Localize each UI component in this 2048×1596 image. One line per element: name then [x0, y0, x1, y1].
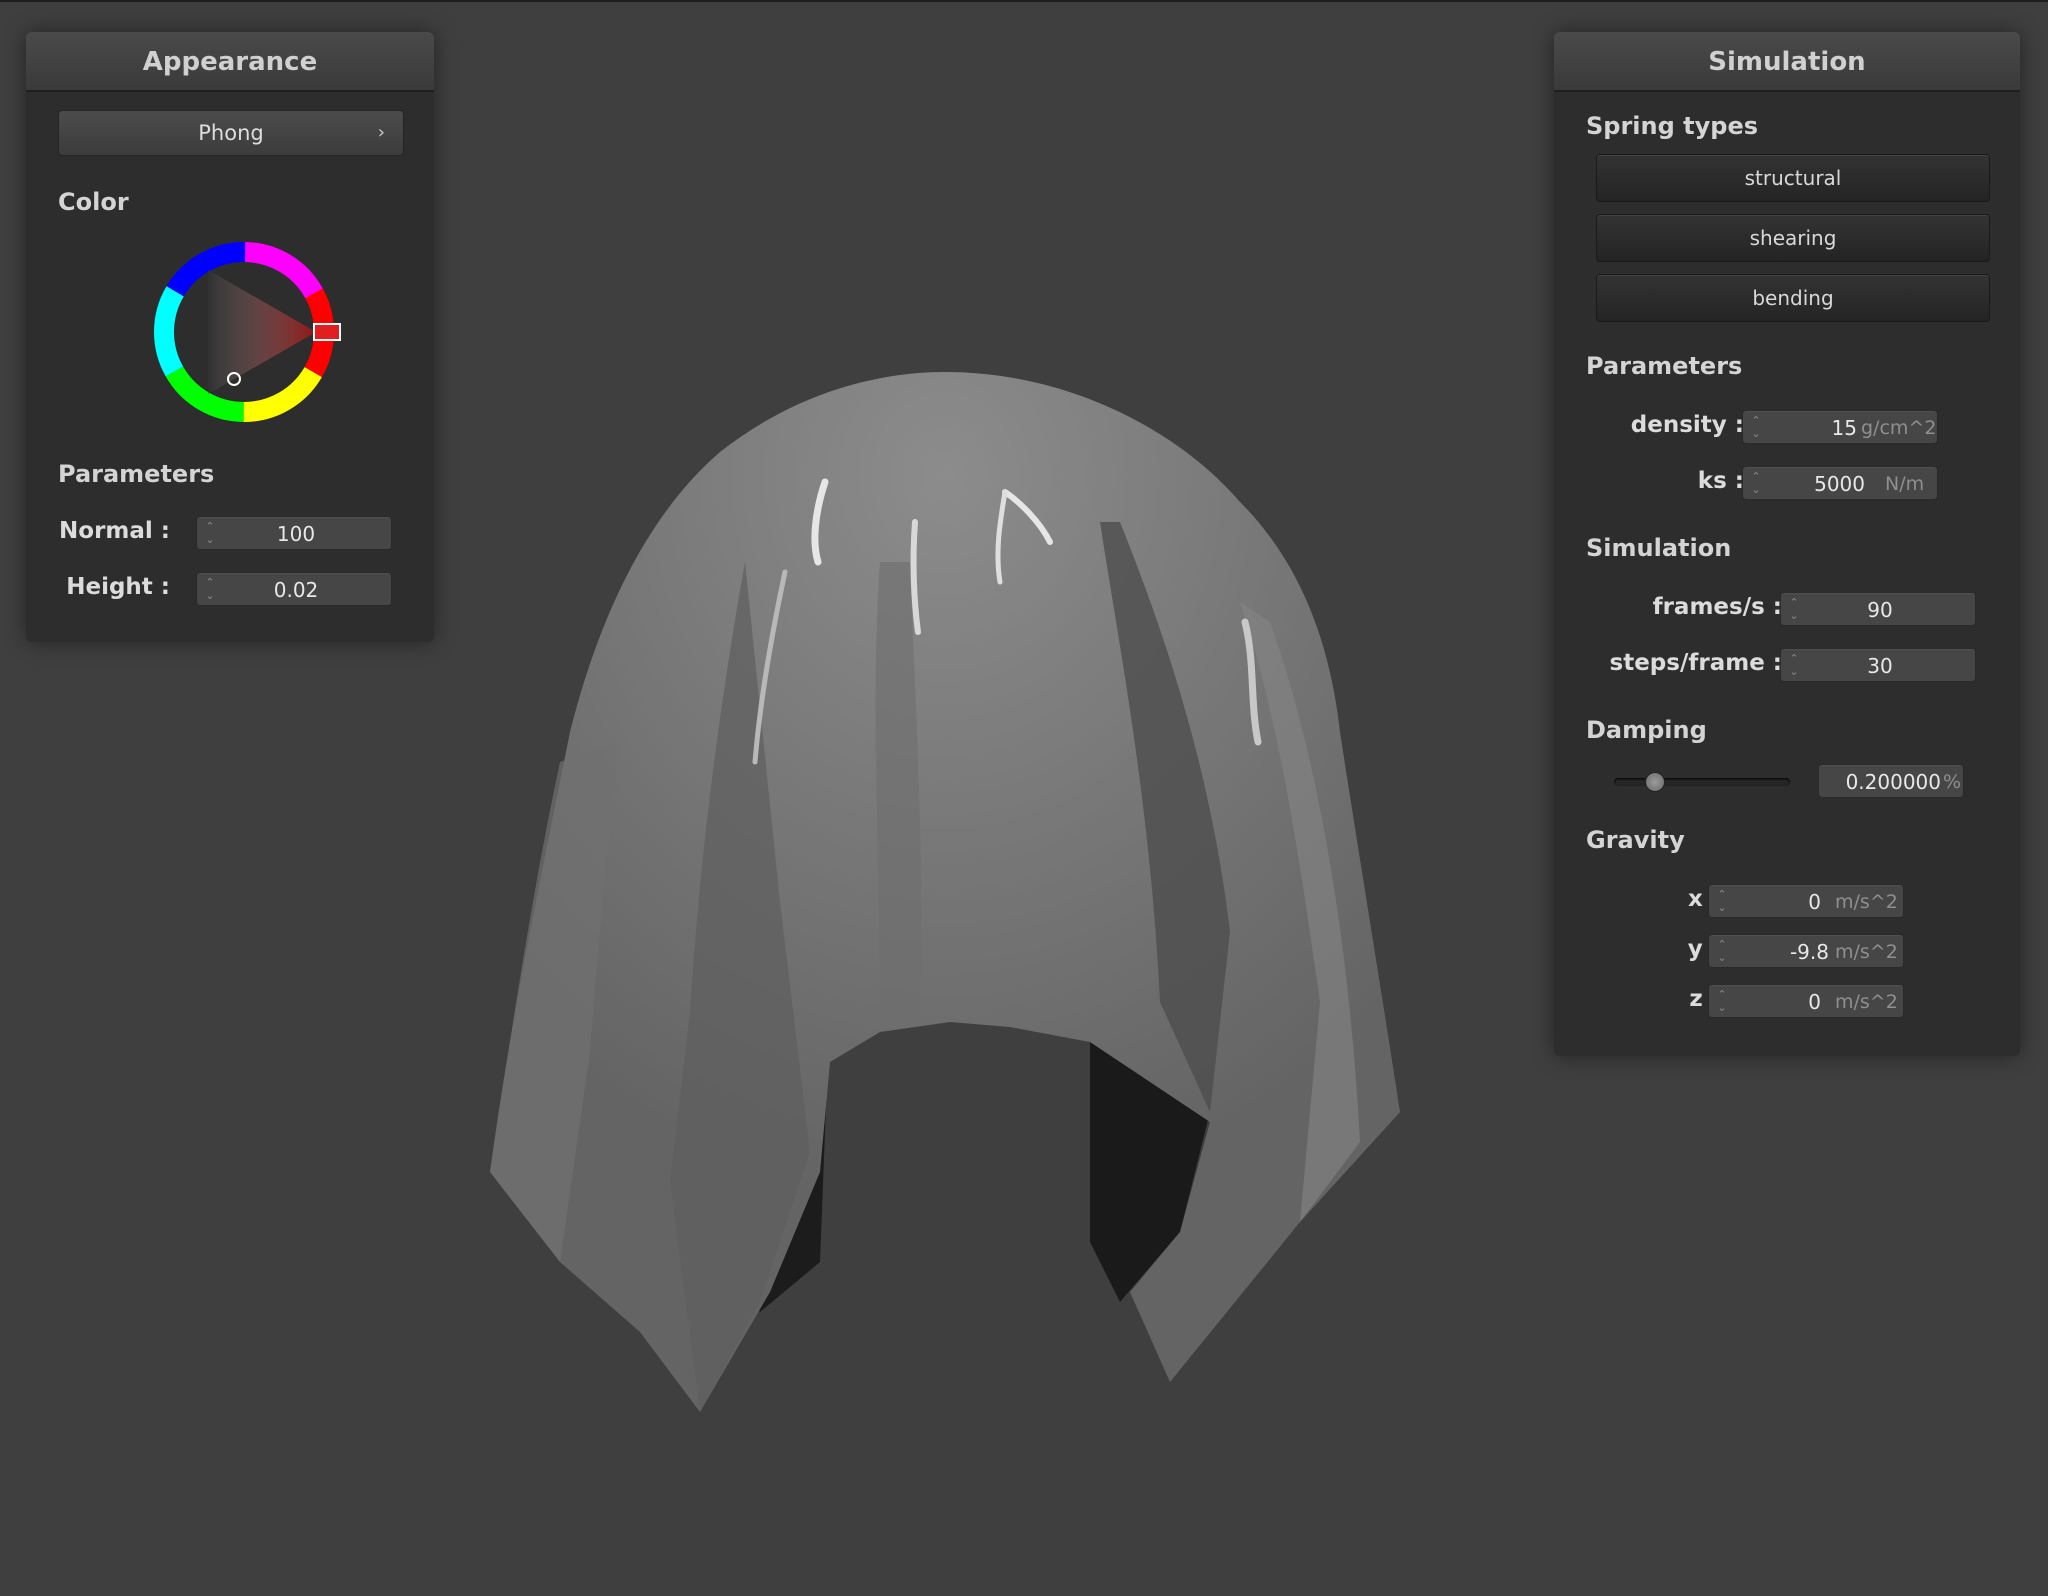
height-spinbox[interactable]: ⌃ ⌄ 0.02 — [196, 572, 392, 606]
damping-slider[interactable] — [1614, 770, 1790, 794]
gravity-x-spinbox[interactable]: ⌃ ⌄ 0 m/s^2 — [1708, 884, 1904, 918]
chevron-right-icon: › — [377, 122, 385, 143]
ks-value: 5000 — [1814, 472, 1865, 496]
density-label: density : — [1630, 412, 1744, 438]
gravity-z-spinbox[interactable]: ⌃ ⌄ 0 m/s^2 — [1708, 984, 1904, 1018]
spin-arrows-icon[interactable]: ⌃ ⌄ — [1749, 470, 1763, 496]
height-value: 0.02 — [273, 578, 319, 602]
gravity-z-label: z : — [1689, 986, 1720, 1012]
simulation-panel-title[interactable]: Simulation — [1554, 32, 2020, 92]
normal-value: 100 — [276, 522, 316, 546]
shader-dropdown-label: Phong — [198, 121, 264, 145]
gravity-label: Gravity — [1586, 826, 1685, 854]
gravity-x-label: x : — [1687, 886, 1720, 912]
spin-arrows-icon[interactable]: ⌃ ⌄ — [1787, 652, 1801, 678]
density-value: 15 — [1831, 416, 1857, 440]
simulation-parameters-label: Parameters — [1586, 352, 1743, 380]
damping-field[interactable]: 0.200000 % — [1818, 764, 1964, 798]
hue-selector-handle[interactable] — [313, 323, 341, 341]
normal-spinbox[interactable]: ⌃ ⌄ 100 — [196, 516, 392, 550]
fps-spinbox[interactable]: ⌃ ⌄ 90 — [1780, 592, 1976, 626]
gravity-x-value: 0 — [1808, 890, 1821, 914]
fps-label: frames/s : — [1652, 594, 1782, 620]
spin-arrows-icon[interactable]: ⌃ ⌄ — [1715, 938, 1729, 964]
gravity-z-value: 0 — [1808, 990, 1821, 1014]
gravity-y-label: y : — [1687, 936, 1720, 962]
spin-arrows-icon[interactable]: ⌃ ⌄ — [203, 576, 217, 602]
ks-spinbox[interactable]: ⌃ ⌄ 5000 N/m — [1742, 466, 1938, 500]
color-wheel[interactable] — [144, 232, 344, 432]
appearance-panel-title[interactable]: Appearance — [26, 32, 434, 92]
damping-unit: % — [1943, 771, 1962, 793]
steps-per-frame-value: 30 — [1867, 654, 1893, 678]
shearing-button[interactable]: shearing — [1596, 214, 1990, 262]
appearance-panel: Appearance Phong › Color Parameters Norm… — [26, 32, 434, 642]
normal-label: Normal : — [59, 518, 170, 544]
damping-value: 0.200000 — [1845, 770, 1941, 794]
gravity-y-unit: m/s^2 — [1835, 941, 1898, 963]
steps-per-frame-label: steps/frame : — [1609, 650, 1782, 676]
appearance-parameters-label: Parameters — [58, 460, 215, 488]
simulation-section-label: Simulation — [1586, 534, 1732, 562]
gravity-x-unit: m/s^2 — [1835, 891, 1898, 913]
spin-arrows-icon[interactable]: ⌃ ⌄ — [1749, 414, 1763, 440]
gravity-y-spinbox[interactable]: ⌃ ⌄ -9.8 m/s^2 — [1708, 934, 1904, 968]
gravity-z-unit: m/s^2 — [1835, 991, 1898, 1013]
spring-types-label: Spring types — [1586, 112, 1759, 140]
structural-button[interactable]: structural — [1596, 154, 1990, 202]
cloth-mesh — [490, 372, 1400, 1412]
damping-slider-knob[interactable] — [1645, 772, 1665, 792]
spin-arrows-icon[interactable]: ⌃ ⌄ — [203, 520, 217, 546]
density-unit: g/cm^2 — [1861, 417, 1937, 439]
ks-label: ks : — [1697, 468, 1744, 494]
color-section-label: Color — [58, 188, 129, 216]
shader-dropdown[interactable]: Phong › — [58, 110, 404, 156]
simulation-panel: Simulation Spring types structural shear… — [1554, 32, 2020, 1056]
bending-button[interactable]: bending — [1596, 274, 1990, 322]
height-label: Height : — [66, 574, 170, 600]
damping-label: Damping — [1586, 716, 1707, 744]
ks-unit: N/m — [1885, 473, 1925, 495]
spin-arrows-icon[interactable]: ⌃ ⌄ — [1715, 988, 1729, 1014]
spin-arrows-icon[interactable]: ⌃ ⌄ — [1787, 596, 1801, 622]
gravity-y-value: -9.8 — [1789, 940, 1829, 964]
damping-slider-track — [1614, 778, 1790, 786]
spin-arrows-icon[interactable]: ⌃ ⌄ — [1715, 888, 1729, 914]
density-spinbox[interactable]: ⌃ ⌄ 15 g/cm^2 — [1742, 410, 1938, 444]
fps-value: 90 — [1867, 598, 1893, 622]
steps-per-frame-spinbox[interactable]: ⌃ ⌄ 30 — [1780, 648, 1976, 682]
